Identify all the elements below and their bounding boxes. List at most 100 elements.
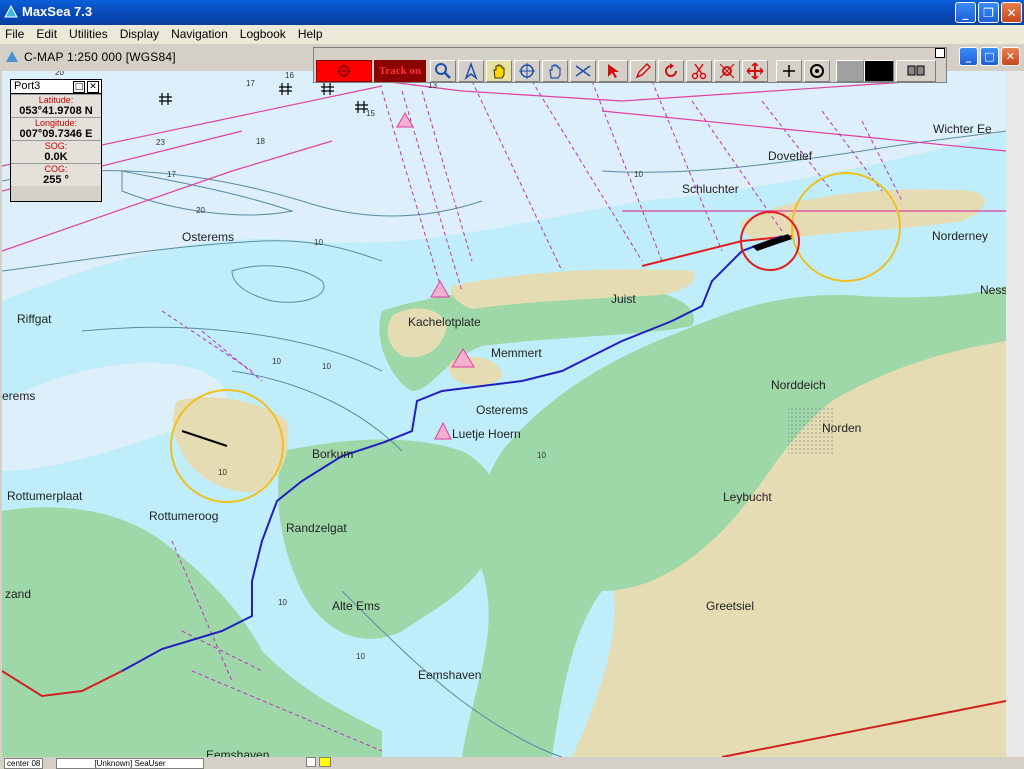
menu-edit[interactable]: Edit (31, 25, 64, 44)
status-cell-user: [Unknown] SeaUser (56, 758, 204, 769)
sounding: 23 (156, 138, 165, 147)
minimize-button[interactable]: _ (955, 2, 976, 23)
close-button[interactable]: ✕ (1001, 2, 1022, 23)
target-icon (337, 64, 351, 78)
plus-icon (783, 65, 795, 77)
info-panel-close-icon[interactable]: ✕ (87, 81, 99, 93)
add-mark-tool[interactable] (776, 60, 802, 82)
menu-bar: File Edit Utilities Display Navigation L… (0, 25, 1024, 44)
menu-help[interactable]: Help (293, 25, 330, 44)
sounding: 17 (167, 170, 176, 179)
bullseye-icon (810, 64, 824, 78)
crosshair-icon (519, 63, 535, 79)
cog-value: 255 ° (11, 174, 101, 186)
sounding: 16 (285, 71, 294, 80)
north-up-tool[interactable] (458, 60, 484, 82)
position-info-panel[interactable]: Port3 □ ✕ Latitude: 053°41.9708 N Longit… (10, 79, 102, 202)
sounding: 10 (634, 170, 643, 179)
label-greetsiel: Greetsiel (706, 599, 755, 613)
restore-button[interactable]: ❐ (978, 2, 999, 23)
label-zand: zand (5, 587, 32, 601)
cursor-arrow-icon (608, 64, 619, 78)
label-dovetief: Dovetief (768, 149, 813, 163)
sounding: 10 (537, 451, 546, 460)
chart-window-icon (6, 51, 18, 62)
scale-tool[interactable] (570, 60, 596, 82)
latitude-label: Latitude: (11, 94, 101, 105)
sog-label: SOG: (11, 140, 101, 151)
label-ness: Ness (980, 283, 1006, 297)
status-toggle-icon[interactable] (306, 757, 316, 767)
night-mode-button[interactable] (864, 60, 894, 82)
day-mode-button[interactable] (836, 60, 864, 82)
label-eemshaven-bottom: Eemshaven (206, 748, 270, 757)
info-panel-restore-icon[interactable]: □ (73, 81, 85, 93)
label-osterems-north: Osterems (182, 230, 235, 244)
pan-tool[interactable] (486, 60, 512, 82)
info-panel-title: Port3 (14, 80, 41, 92)
vertical-scrollbar[interactable] (1006, 71, 1024, 757)
windows-icon (907, 65, 925, 76)
status-cell-center[interactable]: center 08 (4, 758, 44, 769)
menu-navigation[interactable]: Navigation (166, 25, 235, 44)
grab-tool[interactable] (542, 60, 568, 82)
longitude-label: Longitude: (11, 117, 101, 128)
status-bar: center 08 [Unknown] SeaUser (0, 757, 1024, 769)
label-randzelgat: Randzelgat (286, 521, 347, 535)
pencil-tool[interactable] (630, 60, 656, 82)
status-highlight-icon[interactable] (319, 757, 331, 767)
maxsea-logo-icon (4, 5, 18, 18)
sounding: 10 (278, 598, 287, 607)
nautical-chart[interactable]: Wichter Ee Dovetief Schluchter Norderney… (2, 71, 1006, 757)
sounding: 18 (256, 137, 265, 146)
sounding: 20 (55, 71, 64, 77)
menu-display[interactable]: Display (115, 25, 166, 44)
move-tool[interactable] (742, 60, 768, 82)
magnifier-icon (435, 63, 451, 79)
menu-file[interactable]: File (0, 25, 31, 44)
label-kachelotplate: Kachelotplate (408, 315, 481, 329)
label-luetje-hoern: Luetje Hoern (452, 427, 521, 441)
chart-maximize-button[interactable]: □ (980, 47, 999, 66)
label-norderney: Norderney (932, 229, 989, 243)
app-title: MaxSea 7.3 (22, 4, 93, 19)
cog-label: COG: (11, 163, 101, 174)
sounding: 10 (272, 357, 281, 366)
label-eemshaven-port: Eemshaven (418, 668, 482, 682)
select-tool[interactable] (598, 60, 628, 82)
hand-icon (493, 64, 505, 79)
label-norden: Norden (822, 421, 862, 435)
panel-toggle-button[interactable] (896, 60, 936, 82)
pencil-icon (635, 62, 652, 79)
sounding: 10 (314, 238, 323, 247)
menu-utilities[interactable]: Utilities (64, 25, 115, 44)
sounding: 15 (366, 109, 375, 118)
toolbar-close-icon[interactable] (935, 48, 945, 58)
arrows-icon (575, 65, 591, 77)
label-schluchter: Schluchter (682, 182, 739, 196)
label-alte-ems: Alte Ems (332, 599, 381, 613)
label-norddeich: Norddeich (771, 378, 826, 392)
chart-close-button[interactable]: ✕ (1001, 47, 1020, 66)
label-juist: Juist (611, 292, 636, 306)
latitude-value: 053°41.9708 N (11, 105, 101, 117)
sog-value: 0.0K (11, 151, 101, 163)
zoom-tool[interactable] (430, 60, 456, 82)
sounding: 17 (246, 79, 255, 88)
target-tool[interactable] (804, 60, 830, 82)
menu-logbook[interactable]: Logbook (235, 25, 293, 44)
center-tool[interactable] (514, 60, 540, 82)
sounding: 10 (356, 652, 365, 661)
rotate-tool[interactable] (658, 60, 684, 82)
chart-minimize-button[interactable]: _ (959, 47, 978, 66)
waypoint-tool[interactable] (714, 60, 740, 82)
longitude-value: 007°09.7346 E (11, 128, 101, 140)
move-arrows-icon (746, 62, 764, 80)
label-riffgat: Riffgat (17, 312, 52, 326)
info-panel-header: Port3 □ ✕ (11, 80, 101, 94)
track-on-button[interactable]: Track on (374, 60, 426, 82)
rotate-icon (665, 63, 677, 77)
label-borkum: Borkum (312, 447, 354, 461)
record-button[interactable] (316, 60, 372, 82)
scissors-tool[interactable] (686, 60, 712, 82)
